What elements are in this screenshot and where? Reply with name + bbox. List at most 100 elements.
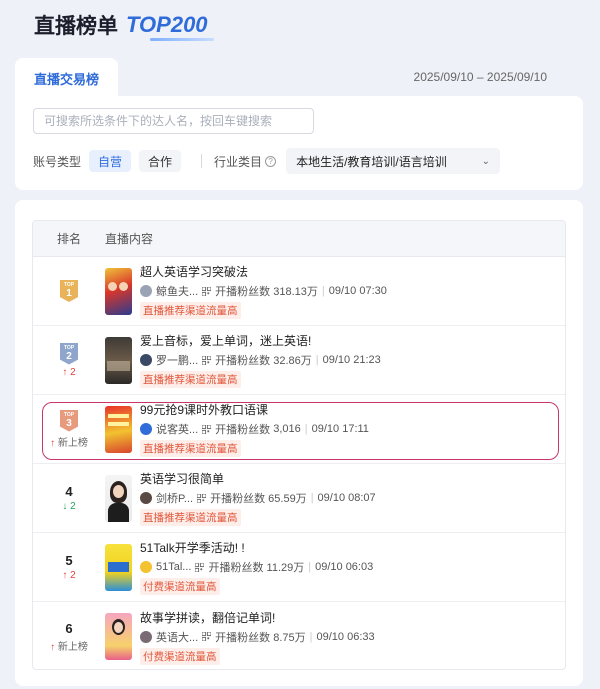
top-badge-icon: TOP 3 — [60, 409, 78, 432]
divider — [201, 154, 203, 168]
date-range[interactable]: 2025/09/10 – 2025/09/10 — [414, 70, 547, 84]
live-info: 51Talk开学季活动! ! 51Tal... 开播粉丝数 11.29万 | 0… — [140, 539, 373, 595]
top200-badge: TOP200 — [126, 12, 214, 41]
author-name[interactable]: 英语大... — [156, 629, 198, 645]
rank-cell: 4 ↓ 2 — [33, 484, 105, 512]
search-input[interactable] — [33, 108, 314, 134]
fans-count: 32.86万 — [273, 355, 312, 367]
live-info: 故事学拼读，翻倍记单词! 英语大... 开播粉丝数 8.75万 | 09/10 … — [140, 609, 375, 665]
page: 直播榜单 TOP200 直播交易榜 2025/09/10 – 2025/09/1… — [0, 0, 600, 689]
fans-label: 开播粉丝数 — [208, 562, 264, 574]
rank-number: 4 — [65, 484, 73, 499]
filter-panel: 账号类型 自营 合作 行业类目 ? 本地生活/教育培训/语言培训 ⌄ — [15, 96, 583, 190]
top-badge-icon: TOP 2 — [60, 342, 78, 365]
top-badge-icon: TOP 1 — [60, 280, 78, 302]
qr-code-icon[interactable] — [202, 424, 212, 434]
ranking-card: 排名 直播内容 TOP 1 超人英语学习突破法 鲸鱼夫... 开播粉丝数 318… — [15, 200, 583, 686]
help-icon[interactable]: ? — [265, 155, 277, 167]
live-title[interactable]: 英语学习很简单 — [140, 470, 376, 487]
rank-number: 2 — [66, 350, 72, 362]
fans-label: 开播粉丝数 — [215, 424, 271, 436]
ranking-table: 排名 直播内容 TOP 1 超人英语学习突破法 鲸鱼夫... 开播粉丝数 318… — [32, 220, 566, 670]
live-title[interactable]: 爱上音标，爱上单词，迷上英语! — [140, 332, 381, 349]
filter-card: 直播交易榜 2025/09/10 – 2025/09/10 账号类型 自营 合作… — [15, 58, 583, 190]
account-option-self[interactable]: 自营 — [89, 150, 132, 172]
author-name[interactable]: 罗一鹏... — [156, 352, 198, 368]
author-name[interactable]: 51Tal... — [156, 561, 191, 573]
table-row[interactable]: 6 ↑ 新上榜 故事学拼读，翻倍记单词! 英语大... 开播粉丝数 8.75万 — [33, 602, 565, 669]
rank-cell: TOP 3 ↑ 新上榜 — [33, 409, 105, 449]
rank-change: ↓ 2 — [62, 501, 76, 512]
live-info: 超人英语学习突破法 鲸鱼夫... 开播粉丝数 318.13万 | 09/10 0… — [140, 263, 387, 319]
rank-number: 6 — [65, 620, 73, 636]
fans-label: 开播粉丝数 — [215, 286, 271, 298]
rank-change: ↑ 2 — [62, 570, 76, 581]
live-title[interactable]: 99元抢9课时外教口语课 — [140, 401, 369, 418]
traffic-tag: 直播推荐渠道流量高 — [140, 371, 241, 388]
avatar — [140, 630, 152, 643]
live-info: 英语学习很简单 剑桥P... 开播粉丝数 65.59万 | 09/10 08:0… — [140, 470, 376, 526]
live-time: 09/10 08:07 — [317, 492, 376, 504]
up-arrow-icon: ↑ — [50, 437, 58, 449]
live-thumbnail[interactable] — [105, 336, 132, 384]
author-name[interactable]: 鲸鱼夫... — [156, 283, 198, 299]
rank-cell: TOP 1 — [33, 280, 105, 302]
tab-live-trade[interactable]: 直播交易榜 — [15, 58, 118, 98]
live-meta: 说客英... 开播粉丝数 3,016 | 09/10 17:11 — [140, 421, 369, 437]
rank-number: 1 — [66, 288, 72, 299]
table-row[interactable]: 4 ↓ 2 英语学习很简单 剑桥P... 开播粉丝数 65.59万 | 09/1… — [33, 464, 565, 533]
fans-count: 65.59万 — [268, 493, 307, 505]
qr-code-icon[interactable] — [197, 493, 207, 503]
account-option-partner[interactable]: 合作 — [139, 150, 182, 172]
live-thumbnail[interactable] — [105, 543, 132, 591]
qr-code-icon[interactable] — [202, 286, 212, 296]
page-title-text: 直播榜单 — [34, 15, 118, 38]
column-header-rank: 排名 — [56, 232, 81, 246]
industry-select-value: 本地生活/教育培训/语言培训 — [296, 154, 447, 169]
rank-cell: 5 ↑ 2 — [33, 553, 105, 581]
live-meta: 罗一鹏... 开播粉丝数 32.86万 | 09/10 21:23 — [140, 352, 381, 368]
live-thumbnail[interactable] — [105, 474, 132, 522]
live-thumbnail[interactable] — [105, 613, 132, 660]
live-thumbnail[interactable] — [105, 405, 132, 453]
table-row[interactable]: 5 ↑ 2 51Talk开学季活动! ! 51Tal... 开播粉丝数 11.2… — [33, 533, 565, 602]
page-title: 直播榜单 TOP200 — [34, 10, 214, 41]
author-name[interactable]: 说客英... — [156, 421, 198, 437]
live-title[interactable]: 故事学拼读，翻倍记单词! — [140, 609, 375, 626]
author-name[interactable]: 剑桥P... — [156, 490, 193, 506]
live-info: 99元抢9课时外教口语课 说客英... 开播粉丝数 3,016 | 09/10 … — [140, 401, 369, 457]
fans-label: 开播粉丝数 — [215, 355, 271, 367]
rank-number: 5 — [65, 553, 73, 568]
rank-change: ↑ 新上榜 — [50, 437, 88, 449]
table-header: 排名 直播内容 — [33, 221, 565, 257]
rank-number: 3 — [66, 417, 72, 429]
live-thumbnail[interactable] — [105, 267, 132, 315]
rank-cell: TOP 2 ↑ 2 — [33, 342, 105, 378]
up-arrow-icon: ↑ — [50, 641, 58, 653]
live-meta: 剑桥P... 开播粉丝数 65.59万 | 09/10 08:07 — [140, 490, 376, 506]
live-title[interactable]: 51Talk开学季活动! ! — [140, 539, 373, 556]
live-title[interactable]: 超人英语学习突破法 — [140, 263, 387, 280]
table-row[interactable]: TOP 2 ↑ 2 爱上音标，爱上单词，迷上英语! 罗一鹏... 开播粉丝数 3… — [33, 326, 565, 395]
live-time: 09/10 17:11 — [311, 423, 369, 435]
qr-code-icon[interactable] — [202, 355, 212, 365]
filter-row: 账号类型 自营 合作 行业类目 ? 本地生活/教育培训/语言培训 ⌄ — [33, 148, 501, 174]
table-row[interactable]: TOP 3 ↑ 新上榜 99元抢9课时外教口语课 说客英... 开播粉丝数 3,… — [33, 395, 565, 464]
avatar — [140, 561, 152, 573]
live-meta: 51Tal... 开播粉丝数 11.29万 | 09/10 06:03 — [140, 559, 373, 575]
live-info: 爱上音标，爱上单词，迷上英语! 罗一鹏... 开播粉丝数 32.86万 | 09… — [140, 332, 381, 388]
live-meta: 鲸鱼夫... 开播粉丝数 318.13万 | 09/10 07:30 — [140, 283, 387, 299]
avatar — [140, 492, 152, 504]
industry-label: 行业类目 — [214, 154, 263, 169]
live-time: 09/10 06:33 — [316, 630, 375, 643]
traffic-tag: 付费渠道流量高 — [140, 578, 220, 595]
traffic-tag: 付费渠道流量高 — [140, 647, 220, 665]
qr-code-icon[interactable] — [202, 632, 212, 641]
account-type-label: 账号类型 — [33, 154, 82, 169]
rank-change: ↑ 2 — [62, 366, 76, 378]
rank-change: ↑ 新上榜 — [50, 641, 88, 653]
industry-select[interactable]: 本地生活/教育培训/语言培训 ⌄ — [286, 148, 501, 174]
qr-code-icon[interactable] — [195, 562, 205, 572]
table-row[interactable]: TOP 1 超人英语学习突破法 鲸鱼夫... 开播粉丝数 318.13万 | 0… — [33, 257, 565, 326]
avatar — [140, 423, 152, 435]
